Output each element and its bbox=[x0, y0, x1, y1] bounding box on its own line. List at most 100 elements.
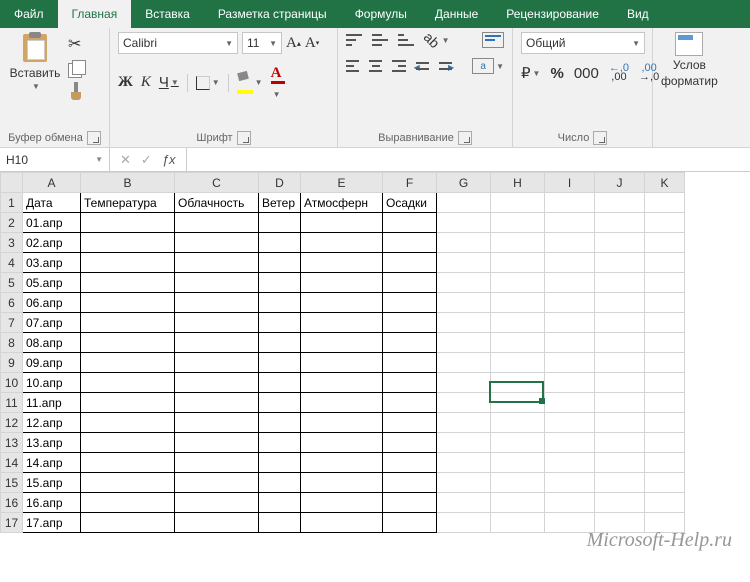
cell[interactable] bbox=[645, 333, 685, 353]
cell[interactable]: 13.апр bbox=[23, 433, 81, 453]
align-right-icon[interactable] bbox=[392, 60, 405, 72]
cell[interactable] bbox=[383, 453, 437, 473]
cell[interactable] bbox=[81, 273, 175, 293]
cell[interactable] bbox=[645, 453, 685, 473]
tab-вставка[interactable]: Вставка bbox=[131, 0, 204, 28]
row-header[interactable]: 1 bbox=[1, 193, 23, 213]
cell[interactable] bbox=[545, 333, 595, 353]
cell[interactable] bbox=[259, 213, 301, 233]
cell[interactable] bbox=[383, 493, 437, 513]
cell[interactable] bbox=[545, 393, 595, 413]
row-header[interactable]: 3 bbox=[1, 233, 23, 253]
cell[interactable] bbox=[175, 313, 259, 333]
select-all-corner[interactable] bbox=[1, 173, 23, 193]
cell[interactable] bbox=[437, 233, 491, 253]
cell[interactable] bbox=[595, 413, 645, 433]
cell[interactable]: 15.апр bbox=[23, 473, 81, 493]
column-header[interactable]: K bbox=[645, 173, 685, 193]
decrease-font-icon[interactable]: A▾ bbox=[305, 35, 319, 52]
cell[interactable]: 02.апр bbox=[23, 233, 81, 253]
cell[interactable] bbox=[175, 353, 259, 373]
cell[interactable] bbox=[175, 293, 259, 313]
cell[interactable] bbox=[175, 213, 259, 233]
cell[interactable] bbox=[437, 513, 491, 533]
cell[interactable] bbox=[491, 413, 545, 433]
cell[interactable] bbox=[437, 193, 491, 213]
column-header[interactable]: G bbox=[437, 173, 491, 193]
cell[interactable] bbox=[301, 373, 383, 393]
cell[interactable] bbox=[301, 213, 383, 233]
tab-данные[interactable]: Данные bbox=[421, 0, 492, 28]
cell[interactable] bbox=[595, 333, 645, 353]
cell[interactable] bbox=[491, 513, 545, 533]
cell[interactable] bbox=[595, 313, 645, 333]
cell[interactable]: 08.апр bbox=[23, 333, 81, 353]
cell[interactable]: 17.апр bbox=[23, 513, 81, 533]
cancel-icon[interactable]: ✕ bbox=[120, 152, 131, 168]
tab-файл[interactable]: Файл bbox=[0, 0, 58, 28]
fill-color-button[interactable]: ▼ bbox=[237, 71, 263, 94]
cell[interactable] bbox=[437, 293, 491, 313]
comma-style-button[interactable]: 000 bbox=[574, 65, 599, 82]
increase-font-icon[interactable]: A▴ bbox=[286, 35, 301, 52]
cell[interactable] bbox=[81, 353, 175, 373]
cell[interactable]: 05.апр bbox=[23, 273, 81, 293]
wrap-text-button[interactable] bbox=[482, 32, 504, 48]
cell[interactable] bbox=[645, 393, 685, 413]
cell[interactable] bbox=[301, 233, 383, 253]
cell[interactable] bbox=[383, 413, 437, 433]
cell[interactable] bbox=[437, 373, 491, 393]
cell[interactable] bbox=[645, 253, 685, 273]
column-header[interactable]: I bbox=[545, 173, 595, 193]
cell[interactable] bbox=[81, 433, 175, 453]
font-size-combo[interactable]: 11▼ bbox=[242, 32, 282, 54]
cell[interactable]: Температура bbox=[81, 193, 175, 213]
cell[interactable] bbox=[645, 433, 685, 453]
cell[interactable] bbox=[301, 313, 383, 333]
cell[interactable] bbox=[175, 253, 259, 273]
cell[interactable] bbox=[545, 433, 595, 453]
cell[interactable] bbox=[175, 233, 259, 253]
cell[interactable] bbox=[383, 293, 437, 313]
cell[interactable]: 03.апр bbox=[23, 253, 81, 273]
cell[interactable] bbox=[301, 433, 383, 453]
cell[interactable] bbox=[259, 373, 301, 393]
cell[interactable] bbox=[595, 453, 645, 473]
cell[interactable] bbox=[259, 393, 301, 413]
cell[interactable] bbox=[259, 453, 301, 473]
cell[interactable]: 11.апр bbox=[23, 393, 81, 413]
cell[interactable] bbox=[545, 193, 595, 213]
cell[interactable] bbox=[81, 313, 175, 333]
cell[interactable] bbox=[259, 413, 301, 433]
row-header[interactable]: 15 bbox=[1, 473, 23, 493]
cell[interactable] bbox=[491, 433, 545, 453]
cell[interactable] bbox=[301, 473, 383, 493]
cell[interactable] bbox=[645, 373, 685, 393]
cell[interactable] bbox=[545, 493, 595, 513]
cell[interactable] bbox=[175, 413, 259, 433]
fx-icon[interactable]: ƒx bbox=[162, 152, 176, 167]
cell[interactable]: 14.апр bbox=[23, 453, 81, 473]
cell[interactable] bbox=[491, 373, 545, 393]
cell[interactable] bbox=[383, 433, 437, 453]
cell[interactable] bbox=[259, 233, 301, 253]
tab-вид[interactable]: Вид bbox=[613, 0, 663, 28]
cell[interactable] bbox=[383, 253, 437, 273]
cell[interactable] bbox=[545, 233, 595, 253]
cell[interactable] bbox=[645, 413, 685, 433]
align-middle-icon[interactable] bbox=[372, 34, 388, 46]
cell[interactable] bbox=[437, 213, 491, 233]
percent-button[interactable]: % bbox=[550, 65, 563, 82]
cell[interactable] bbox=[491, 493, 545, 513]
cell[interactable] bbox=[645, 233, 685, 253]
cell[interactable] bbox=[383, 213, 437, 233]
cell[interactable] bbox=[383, 233, 437, 253]
cell[interactable] bbox=[301, 493, 383, 513]
cell[interactable] bbox=[595, 493, 645, 513]
cell[interactable] bbox=[645, 473, 685, 493]
column-header[interactable]: A bbox=[23, 173, 81, 193]
cell[interactable] bbox=[175, 393, 259, 413]
cell[interactable] bbox=[595, 393, 645, 413]
dialog-launcher-icon[interactable] bbox=[458, 131, 472, 145]
column-header[interactable]: F bbox=[383, 173, 437, 193]
